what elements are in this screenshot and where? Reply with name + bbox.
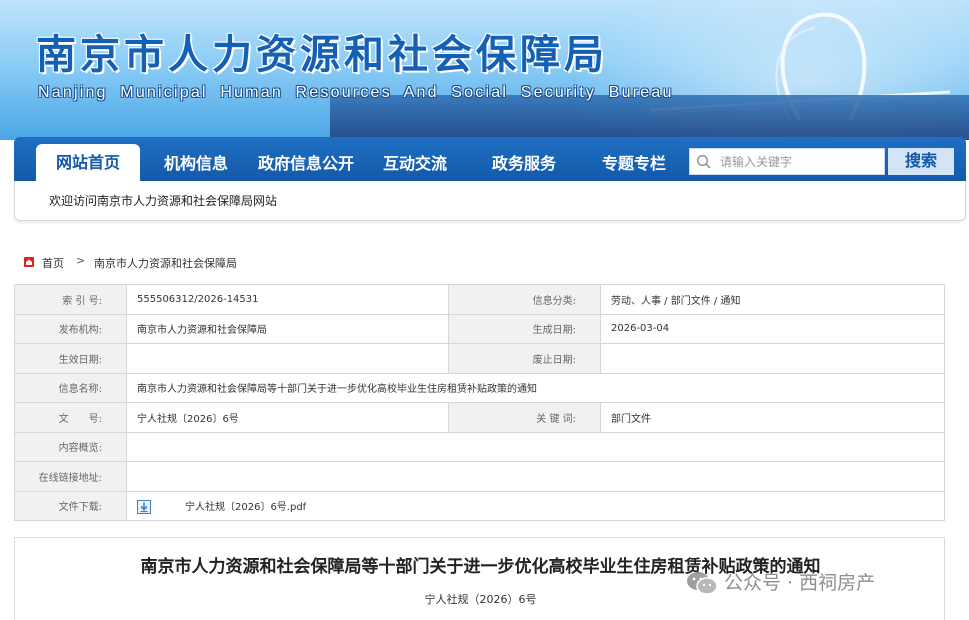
watermark-text: 公众号 · 西祠房产: [724, 572, 876, 594]
index-label: 索 引 号:: [14, 284, 127, 315]
document-info-table: 索 引 号: 555506312/2026-14531 信息分类: 劳动、人事 …: [14, 284, 945, 521]
doc-number-value: 宁人社规〔2026〕6号: [126, 402, 449, 433]
download-icon[interactable]: [137, 499, 151, 514]
table-row: 信息名称: 南京市人力资源和社会保障局等十部门关于进一步优化高校毕业生住房租赁补…: [14, 372, 945, 403]
welcome-text: 欢迎访问南京市人力资源和社会保障局网站: [49, 194, 278, 208]
nav-item-topics[interactable]: 专题专栏: [594, 147, 674, 181]
nav-item-gov-info[interactable]: 政府信息公开: [252, 147, 360, 181]
search-box: [689, 148, 885, 175]
table-row: 内容概览:: [14, 431, 945, 462]
nav-item-home[interactable]: 网站首页: [36, 144, 140, 181]
table-row: 文 号: 宁人社规〔2026〕6号 关 键 词: 部门文件: [14, 402, 945, 433]
issuer-label: 发布机构:: [14, 313, 127, 344]
nav-item-institution[interactable]: 机构信息: [154, 147, 238, 181]
table-row: 生效日期: 废止日期:: [14, 343, 945, 374]
header-banner: 南京市人力资源和社会保障局 Nanjing Municipal Human Re…: [0, 0, 969, 140]
keyword-value: 部门文件: [600, 402, 945, 433]
expiry-date-value: [600, 343, 945, 374]
site-subtitle: Nanjing Municipal Human Resources And So…: [38, 84, 674, 101]
download-label: 文件下载:: [14, 490, 127, 521]
search-icon: [696, 154, 711, 169]
keyword-label: 关 键 词:: [448, 402, 601, 433]
index-value: 555506312/2026-14531: [126, 284, 449, 315]
breadcrumb-home[interactable]: 首页: [42, 255, 64, 271]
download-cell: 宁人社规〔2026〕6号.pdf: [126, 490, 945, 521]
online-link-label: 在线链接地址:: [14, 461, 127, 492]
info-name-value: 南京市人力资源和社会保障局等十部门关于进一步优化高校毕业生住房租赁补贴政策的通知: [126, 372, 945, 403]
search-input[interactable]: [720, 151, 880, 172]
effective-date-label: 生效日期:: [14, 343, 127, 374]
search-button[interactable]: 搜索: [888, 148, 954, 175]
table-row: 索 引 号: 555506312/2026-14531 信息分类: 劳动、人事 …: [14, 284, 945, 315]
table-row: 在线链接地址:: [14, 461, 945, 492]
nav-item-interaction[interactable]: 互动交流: [376, 147, 454, 181]
site-title: 南京市人力资源和社会保障局: [36, 31, 608, 78]
info-name-label: 信息名称:: [14, 372, 127, 403]
issuer-value: 南京市人力资源和社会保障局: [126, 313, 449, 344]
main-nav: 网站首页 机构信息 政府信息公开 互动交流 政务服务 专题专栏 搜索: [14, 137, 966, 181]
expiry-date-label: 废止日期:: [448, 343, 601, 374]
breadcrumb-separator: >: [76, 254, 86, 267]
download-link[interactable]: 宁人社规〔2026〕6号.pdf: [185, 502, 306, 513]
wechat-icon: [687, 572, 718, 595]
doc-number-label: 文 号:: [14, 402, 127, 433]
summary-label: 内容概览:: [14, 431, 127, 462]
category-value: 劳动、人事 / 部门文件 / 通知: [600, 284, 945, 315]
breadcrumb-current[interactable]: 南京市人力资源和社会保障局: [94, 255, 237, 271]
effective-date-value: [126, 343, 449, 374]
welcome-bar: 欢迎访问南京市人力资源和社会保障局网站: [14, 181, 966, 221]
table-row: 发布机构: 南京市人力资源和社会保障局 生成日期: 2026-03-04: [14, 313, 945, 344]
nav-item-services[interactable]: 政务服务: [484, 147, 564, 181]
online-link-value[interactable]: [126, 461, 945, 492]
generated-date-value: 2026-03-04: [600, 313, 945, 344]
generated-date-label: 生成日期:: [448, 313, 601, 344]
table-row: 文件下载: 宁人社规〔2026〕6号.pdf: [14, 490, 945, 521]
summary-value: [126, 431, 945, 462]
home-icon: [24, 257, 34, 267]
category-label: 信息分类:: [448, 284, 601, 315]
